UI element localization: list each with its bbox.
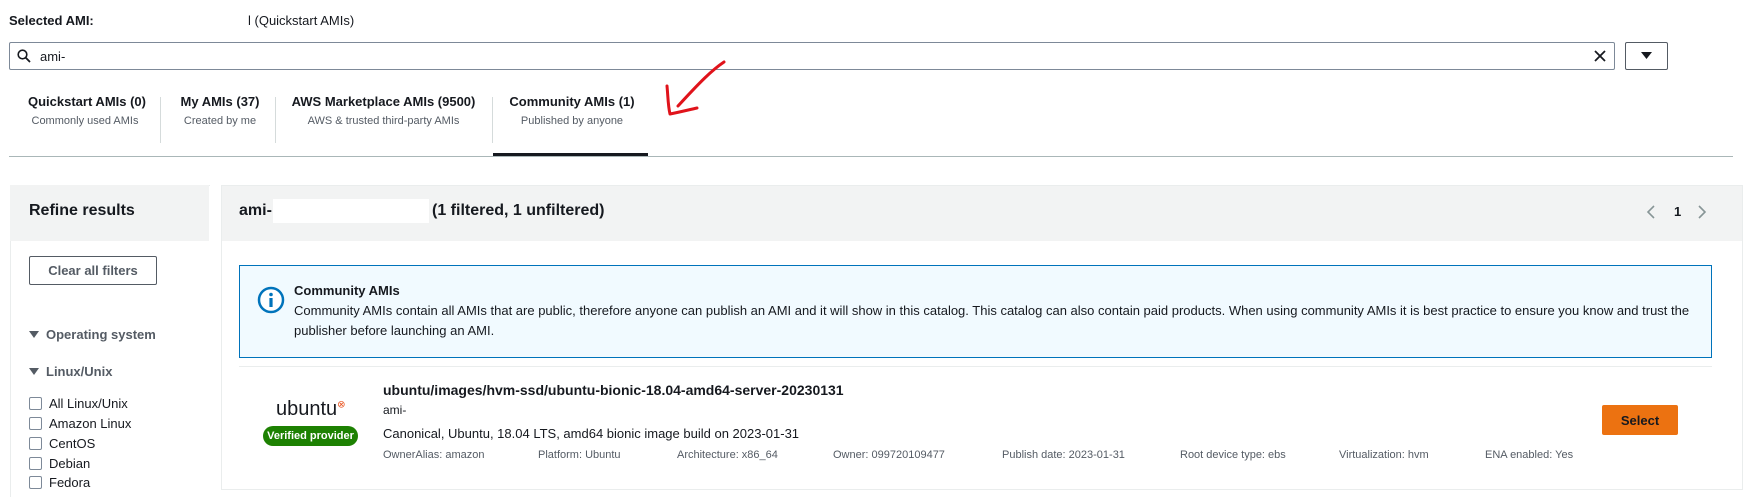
search-input[interactable] bbox=[38, 46, 1538, 66]
checkbox[interactable] bbox=[29, 417, 42, 430]
result-row-divider bbox=[239, 366, 1712, 367]
ubuntu-logo: ubuntu⊗ bbox=[276, 398, 346, 421]
meta-publish-date: Publish date: 2023-01-31 bbox=[1002, 449, 1125, 461]
tab-subtitle: Created by me bbox=[183, 115, 257, 127]
info-icon bbox=[257, 286, 285, 314]
verified-provider-badge: Verified provider bbox=[263, 426, 358, 446]
meta-owner: Owner: 099720109477 bbox=[833, 449, 945, 461]
meta-owner-alias: OwnerAlias: amazon bbox=[383, 449, 485, 461]
tab-subtitle: Commonly used AMIs bbox=[31, 115, 139, 127]
checkbox[interactable] bbox=[29, 457, 42, 470]
tabs-divider-line bbox=[9, 156, 1733, 157]
checkbox-label: Debian bbox=[49, 456, 91, 471]
tab-my-amis[interactable]: My AMIs (37) Created by me bbox=[174, 94, 266, 127]
ami-description: Canonical, Ubuntu, 18.04 LTS, amd64 bion… bbox=[383, 426, 800, 441]
group-label: Operating system bbox=[46, 327, 156, 342]
chevron-left-icon[interactable] bbox=[1646, 204, 1656, 220]
pagination-current-page[interactable]: 1 bbox=[1674, 204, 1681, 219]
checkbox[interactable] bbox=[29, 397, 42, 410]
meta-architecture: Architecture: x86_64 bbox=[677, 449, 778, 461]
tab-community-amis[interactable]: Community AMIs (1) Published by anyone bbox=[508, 94, 636, 127]
selected-ami-value: l (Quickstart AMIs) bbox=[248, 13, 355, 28]
search-field[interactable] bbox=[9, 42, 1615, 70]
select-ami-button[interactable]: Select bbox=[1602, 405, 1678, 435]
red-arrow-annotation bbox=[665, 60, 726, 116]
clear-all-filters-button[interactable]: Clear all filters bbox=[29, 256, 157, 285]
tab-title: Community AMIs (1) bbox=[509, 94, 635, 109]
alert-title: Community AMIs bbox=[294, 283, 400, 298]
results-count: (1 filtered, 1 unfiltered) bbox=[432, 202, 605, 219]
caret-down-icon bbox=[29, 331, 39, 338]
meta-platform: Platform: Ubuntu bbox=[538, 449, 621, 461]
search-icon bbox=[17, 49, 31, 63]
group-label: Linux/Unix bbox=[46, 364, 113, 379]
ami-id: ami- bbox=[383, 403, 407, 417]
ami-name: ubuntu/images/hvm-ssd/ubuntu-bionic-18.0… bbox=[383, 382, 844, 398]
ubuntu-circle-icon: ⊗ bbox=[337, 399, 346, 411]
alert-body: Community AMIs contain all AMIs that are… bbox=[294, 303, 1690, 338]
redacted-block bbox=[273, 199, 429, 223]
checkbox-label: CentOS bbox=[49, 436, 96, 451]
checkbox-label: Fedora bbox=[49, 475, 91, 490]
active-tab-indicator bbox=[493, 153, 648, 156]
results-query: ami- bbox=[239, 202, 272, 219]
tab-subtitle: AWS & trusted third-party AMIs bbox=[307, 115, 460, 127]
checkbox[interactable] bbox=[29, 437, 42, 450]
tab-divider bbox=[492, 97, 493, 143]
tab-title: My AMIs (37) bbox=[180, 94, 260, 109]
tab-divider bbox=[160, 97, 161, 143]
selected-ami-label: Selected AMI: bbox=[9, 13, 94, 28]
tab-divider bbox=[275, 97, 276, 143]
close-icon[interactable] bbox=[1592, 48, 1608, 64]
caret-down-icon bbox=[29, 368, 39, 375]
chevron-right-icon[interactable] bbox=[1697, 204, 1707, 220]
tab-title: Quickstart AMIs (0) bbox=[28, 94, 146, 109]
meta-root-device-type: Root device type: ebs bbox=[1180, 449, 1286, 461]
checkbox-label: Amazon Linux bbox=[49, 416, 132, 431]
meta-ena-enabled: ENA enabled: Yes bbox=[1485, 449, 1574, 461]
refine-results-title: Refine results bbox=[29, 202, 135, 219]
logo-text: ubuntu bbox=[276, 398, 338, 420]
tab-title: AWS Marketplace AMIs (9500) bbox=[291, 94, 476, 109]
tab-quickstart-amis[interactable]: Quickstart AMIs (0) Commonly used AMIs bbox=[28, 94, 146, 127]
checkbox[interactable] bbox=[29, 476, 42, 489]
tab-subtitle: Published by anyone bbox=[520, 115, 624, 127]
tab-aws-marketplace-amis[interactable]: AWS Marketplace AMIs (9500) AWS & truste… bbox=[291, 94, 476, 127]
checkbox-label: All Linux/Unix bbox=[49, 396, 128, 411]
meta-virtualization: Virtualization: hvm bbox=[1339, 449, 1429, 461]
search-dropdown-button[interactable] bbox=[1625, 42, 1668, 70]
caret-down-icon bbox=[1641, 52, 1652, 59]
